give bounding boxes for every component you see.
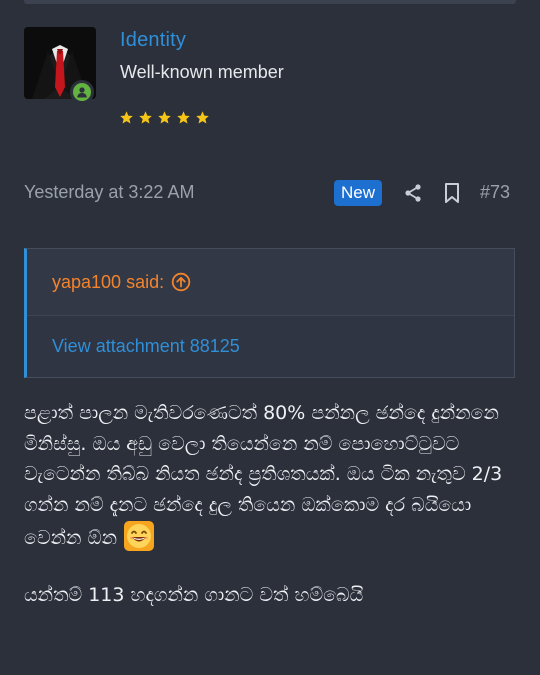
message-text: පළාත් පාලන මැතිවරණෙටත් 80% පන්නල ඡන්දෙ ද…: [24, 402, 503, 549]
online-status-icon: [70, 80, 94, 104]
username[interactable]: Identity: [120, 29, 186, 52]
arrow-up-circle-icon[interactable]: [171, 272, 191, 292]
star-icon: [158, 111, 171, 124]
previous-post-edge: [24, 0, 516, 4]
star-icon: [177, 111, 190, 124]
quote-header[interactable]: yapa100 said:: [27, 249, 514, 315]
quote-body: View attachment 88125: [27, 315, 514, 377]
message-paragraph: පළාත් පාලන මැතිවරණෙටත් 80% පන්නල ඡන්දෙ ද…: [24, 398, 516, 554]
quote-author[interactable]: yapa100 said:: [52, 272, 164, 293]
user-title: Well-known member: [120, 62, 284, 82]
bookmark-icon[interactable]: [442, 182, 462, 204]
star-icon: [120, 111, 133, 124]
post-number[interactable]: #73: [480, 182, 510, 203]
post-date[interactable]: Yesterday at 3:22 AM: [24, 182, 194, 203]
share-icon[interactable]: [403, 183, 423, 203]
star-icon: [139, 111, 152, 124]
post-message: පළාත් පාලන මැතිවරණෙටත් 80% පන්නල ඡන්දෙ ද…: [24, 398, 516, 610]
grinning-smile-emoji-icon: [124, 521, 155, 551]
view-attachment-link[interactable]: View attachment 88125: [52, 336, 240, 357]
message-paragraph: යන්තම් 113 හදගන්න ගානට වත් හම්බෙයි: [24, 583, 364, 606]
user-rating: [119, 110, 210, 125]
new-badge: New: [334, 180, 383, 206]
quote-block: yapa100 said: View attachment 88125: [24, 248, 515, 378]
star-icon: [196, 111, 209, 124]
